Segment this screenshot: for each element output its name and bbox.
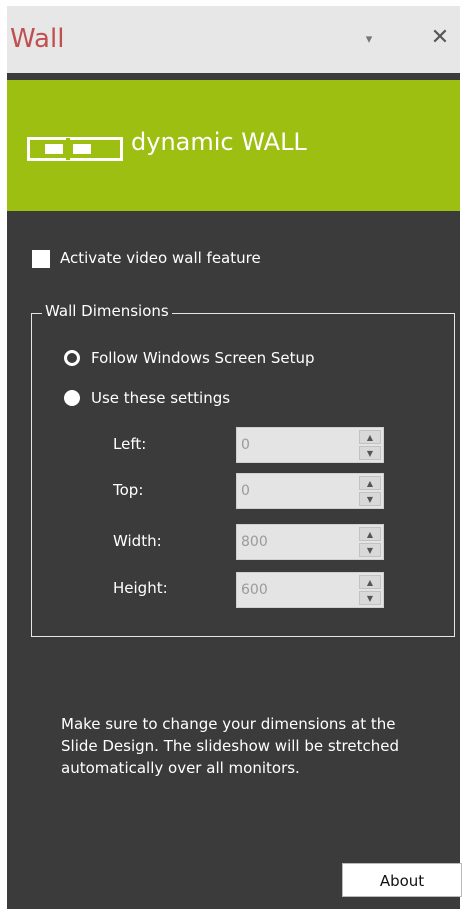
- top-label: Top:: [113, 481, 144, 499]
- chevron-down-icon[interactable]: ▾: [358, 30, 380, 50]
- about-button[interactable]: About: [342, 863, 462, 897]
- spin-up-icon[interactable]: ▲: [359, 430, 381, 444]
- spin-down-icon[interactable]: ▼: [359, 591, 381, 605]
- spin-down-icon[interactable]: ▼: [359, 492, 381, 506]
- height-input[interactable]: [237, 573, 355, 607]
- height-field[interactable]: ▲▼: [236, 572, 384, 608]
- spin-up-icon[interactable]: ▲: [359, 527, 381, 541]
- activate-video-wall-label: Activate video wall feature: [60, 249, 261, 267]
- spin-down-icon[interactable]: ▼: [359, 446, 381, 460]
- close-icon[interactable]: ✕: [428, 25, 452, 51]
- top-field[interactable]: ▲▼: [236, 473, 384, 509]
- follow-windows-radio[interactable]: [64, 350, 80, 366]
- width-field[interactable]: ▲▼: [236, 524, 384, 560]
- left-input[interactable]: [237, 428, 355, 462]
- use-these-settings-label: Use these settings: [91, 389, 231, 407]
- left-spinner[interactable]: ▲ ▼: [359, 430, 381, 460]
- width-spinner[interactable]: ▲ ▼: [359, 527, 381, 557]
- width-label: Width:: [113, 532, 162, 550]
- follow-windows-label: Follow Windows Screen Setup: [91, 349, 315, 367]
- brand-name: dynamic WALL: [131, 128, 307, 156]
- spin-up-icon[interactable]: ▲: [359, 575, 381, 589]
- left-label: Left:: [113, 435, 147, 453]
- top-spinner[interactable]: ▲ ▼: [359, 476, 381, 506]
- wall-dimensions-legend: Wall Dimensions: [42, 304, 172, 319]
- spin-down-icon[interactable]: ▼: [359, 543, 381, 557]
- pane-title: Wall: [10, 24, 65, 54]
- title-bar: [7, 6, 460, 73]
- dimensions-note: Make sure to change your dimensions at t…: [61, 715, 400, 777]
- left-field[interactable]: ▲▼: [236, 427, 384, 463]
- use-these-settings-radio[interactable]: [64, 390, 80, 406]
- width-input[interactable]: [237, 525, 355, 559]
- height-label: Height:: [113, 579, 168, 597]
- top-input[interactable]: [237, 474, 355, 508]
- height-spinner[interactable]: ▲ ▼: [359, 575, 381, 605]
- spin-up-icon[interactable]: ▲: [359, 476, 381, 490]
- dynamic-wall-logo-icon: [27, 137, 123, 161]
- activate-video-wall-checkbox[interactable]: [32, 250, 50, 268]
